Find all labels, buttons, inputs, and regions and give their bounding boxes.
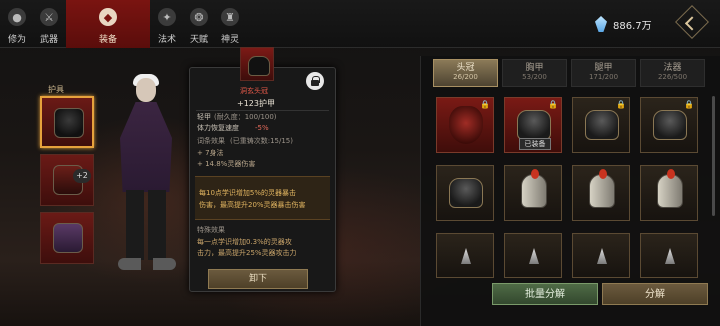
item-type: 轻甲 [197, 113, 211, 121]
inv-tab-legs[interactable]: 腿甲 171/200 [571, 59, 636, 87]
plumed-helmet-icon [589, 169, 615, 208]
tab-label: 装备 [98, 35, 117, 45]
lock-icon: 🔒 [684, 100, 694, 109]
inventory-item[interactable] [436, 233, 494, 278]
tab-weapons[interactable]: ⚔ 武器 [34, 0, 64, 48]
character-robe [120, 102, 172, 192]
tab-talent[interactable]: ❂ 天赋 [184, 0, 214, 48]
crystal-icon [595, 16, 607, 32]
back-button[interactable] [675, 5, 709, 39]
lock-icon: 🔒 [480, 100, 490, 109]
inventory-item[interactable] [436, 165, 494, 221]
inv-tab-label: 胸甲 [525, 63, 544, 73]
tab-deity[interactable]: ♜ 神灵 [214, 0, 246, 48]
equip-slot-chest[interactable]: +2 [40, 154, 94, 206]
inventory-item[interactable] [640, 233, 698, 278]
inventory-item[interactable]: 🔒 [436, 97, 494, 153]
inv-tab-label: 头冠 [456, 63, 475, 73]
inv-tab-count: 171/200 [588, 73, 619, 81]
tab-cultivation[interactable]: ● 修为 [0, 0, 34, 48]
inventory-item[interactable] [504, 165, 562, 221]
character-model [112, 74, 182, 278]
character-head [136, 78, 156, 102]
inventory-item[interactable] [572, 165, 630, 221]
equipped-badge: 已装备 [519, 138, 551, 150]
highlight-effect-box [195, 176, 330, 220]
deity-icon: ♜ [221, 8, 239, 26]
plumed-helmet-icon [657, 169, 683, 208]
item-durability: (耐久度：100/100) [214, 113, 277, 121]
tab-equipment[interactable]: ◆ 装备 [66, 0, 150, 48]
helmet-icon [517, 110, 551, 140]
bonus-label: 词条效果 [197, 137, 225, 145]
tab-label: 天赋 [189, 35, 208, 45]
item-main-stat: +123护甲 [237, 99, 275, 108]
lock-icon: 🔒 [616, 100, 626, 109]
demon-mask-icon [449, 106, 483, 144]
bulk-disassemble-button[interactable]: 批量分解 [492, 283, 598, 305]
spear-tip-icon [461, 248, 471, 264]
tab-label: 修为 [7, 35, 26, 45]
stat-line-value: -5% [255, 124, 269, 132]
special-label: 特殊效果 [197, 226, 225, 234]
inventory-item[interactable] [572, 233, 630, 278]
inv-tab-count: 226/500 [657, 73, 688, 81]
inv-tab-count: 53/200 [522, 73, 547, 81]
highlight-line-1: 每10点学识增加5%的灵器暴击 [199, 189, 297, 197]
spear-tip-icon [597, 248, 607, 264]
lock-icon: 🔒 [548, 100, 558, 109]
upgrade-badge: +2 [73, 169, 91, 183]
inv-tab-label: 法器 [663, 63, 682, 73]
top-nav-bar: ● 修为 ⚔ 武器 ◆ 装备 ✦ 法术 ❂ 天赋 ♜ 神灵 886.7万 [0, 0, 720, 48]
inventory-item[interactable] [640, 165, 698, 221]
inventory-scrollbar[interactable] [712, 96, 715, 216]
equip-slot-head[interactable] [40, 96, 94, 148]
tab-label: 武器 [39, 35, 58, 45]
helmet-icon [54, 108, 84, 138]
tooltip-item-icon [240, 47, 274, 81]
inv-tab-artifact[interactable]: 法器 226/500 [640, 59, 705, 87]
inv-tab-label: 腿甲 [594, 63, 613, 73]
inventory-item[interactable] [504, 233, 562, 278]
unequip-button[interactable]: 卸下 [208, 269, 308, 289]
plumed-helmet-icon [521, 169, 547, 208]
stat-line-label: 体力恢复速度 [197, 124, 239, 132]
item-name: 洞玄头冠 [240, 87, 268, 95]
sword-icon: ⚔ [40, 8, 58, 26]
inv-tab-count: 26/200 [453, 73, 478, 81]
special-line-1: 每一点学识增加0.3%的灵器攻 [197, 238, 292, 246]
inventory-item-equipped[interactable]: 🔒 已装备 [504, 97, 562, 153]
bonus-detail: (已重铸次数:15/15) [230, 137, 293, 145]
inv-tab-helmet[interactable]: 头冠 26/200 [433, 59, 498, 87]
equip-slot-legs[interactable] [40, 212, 94, 264]
bonus-line-1: + 7身法 [197, 149, 224, 157]
character-legs [126, 190, 166, 260]
helmet-icon [449, 178, 483, 208]
currency-value: 886.7万 [613, 20, 652, 32]
disassemble-button[interactable]: 分解 [602, 283, 708, 305]
bonus-line-2: + 14.8%灵器伤害 [197, 160, 256, 168]
helmet-icon [585, 110, 619, 140]
talent-icon: ❂ [190, 8, 208, 26]
special-line-2: 击力，最高提升25%灵器攻击力 [197, 249, 297, 257]
tab-spells[interactable]: ✦ 法术 [150, 0, 184, 48]
spear-tip-icon [529, 248, 539, 264]
helmet-icon [653, 110, 687, 140]
currency-display: 886.7万 [595, 16, 652, 32]
inventory-item[interactable]: 🔒 [572, 97, 630, 153]
highlight-line-2: 伤害，最高提升20%灵器暴击伤害 [199, 201, 306, 209]
character-feet [118, 258, 176, 270]
inventory-item[interactable]: 🔒 [640, 97, 698, 153]
spell-icon: ✦ [158, 8, 176, 26]
person-icon: ● [8, 8, 26, 26]
boots-icon [53, 223, 83, 253]
armor-icon: ◆ [99, 8, 117, 26]
armor-section-label: 护具 [48, 85, 64, 94]
inv-tab-chest[interactable]: 胸甲 53/200 [502, 59, 567, 87]
tab-label: 法术 [157, 35, 176, 45]
lock-icon[interactable] [306, 72, 324, 90]
tab-label: 神灵 [220, 35, 239, 45]
divider [196, 110, 329, 111]
spear-tip-icon [665, 248, 675, 264]
